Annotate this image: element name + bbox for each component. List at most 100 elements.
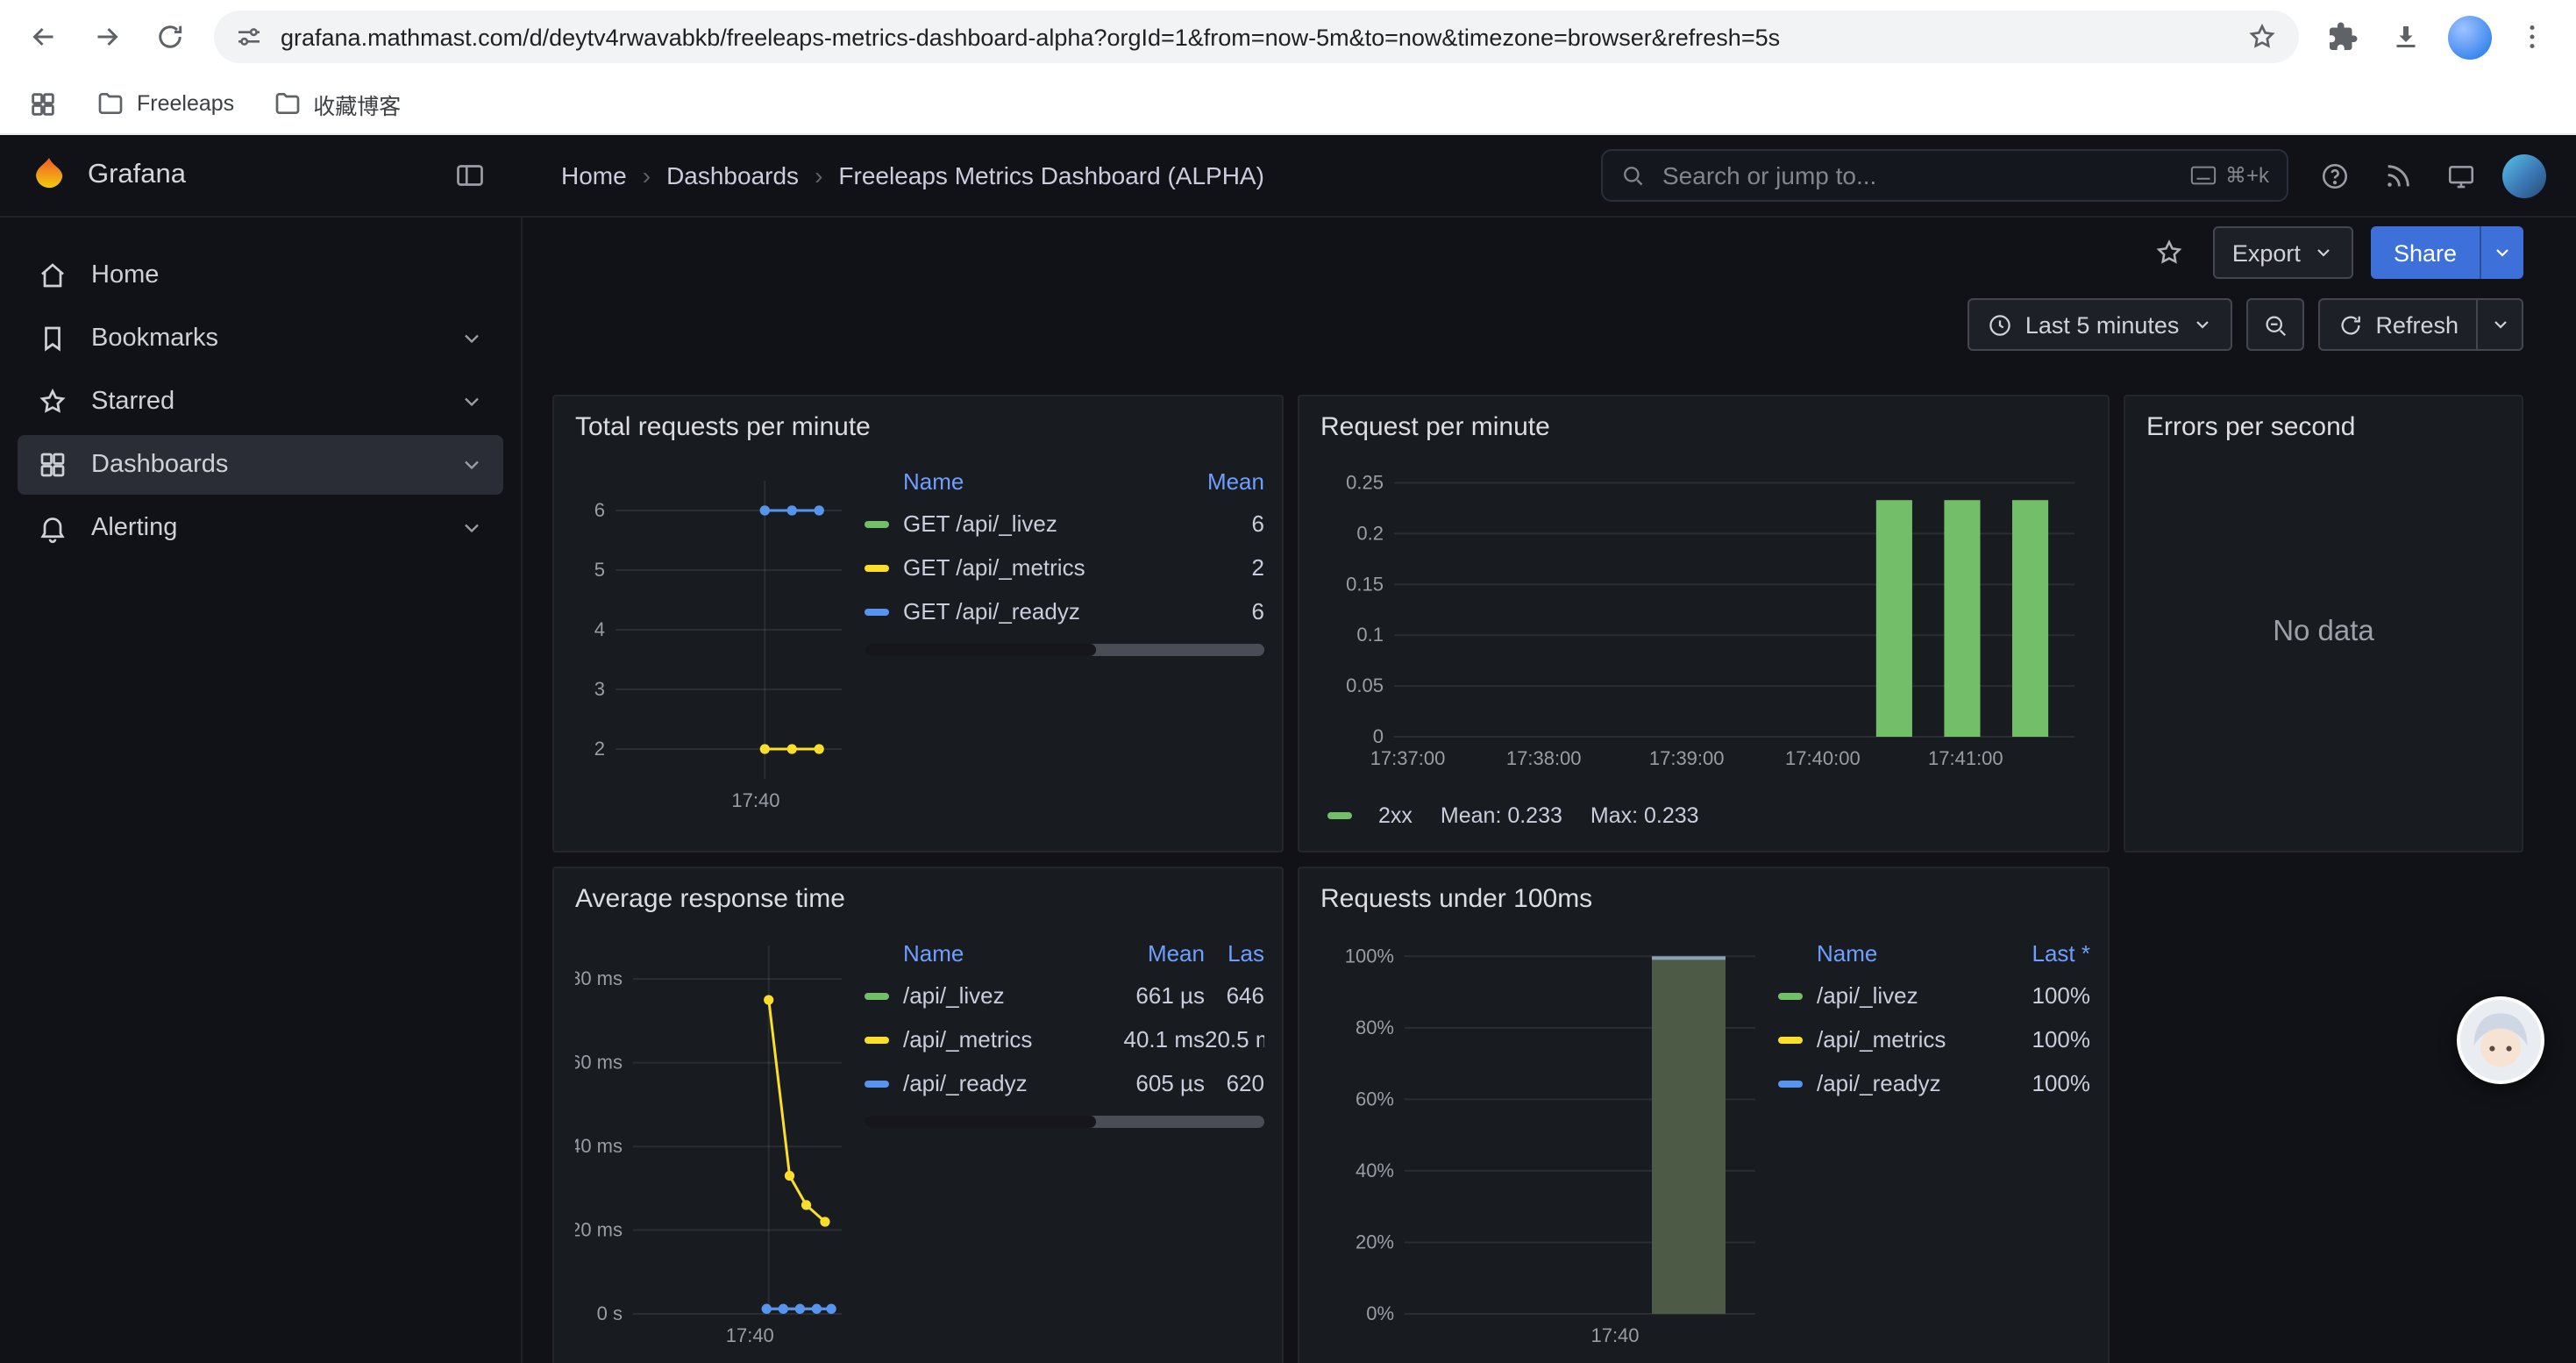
chart-total-requests[interactable]: 6543217:40 [575, 453, 854, 840]
help-button[interactable] [2306, 147, 2362, 203]
legend-col-name[interactable]: Name [1817, 939, 2006, 966]
screen: grafana.mathmast.com/d/deytv4rwavabkb/fr… [0, 0, 2576, 1363]
kiosk-button[interactable] [2432, 147, 2488, 203]
series-name[interactable]: GET /api/_readyz [903, 598, 1187, 624]
extensions-button[interactable] [2313, 7, 2373, 67]
svg-text:4: 4 [594, 618, 605, 640]
legend-col-last[interactable]: Las [1205, 939, 1264, 966]
grafana-header-left: Grafana [0, 147, 523, 203]
legend-row: /api/_metrics 100% [1778, 1017, 2090, 1061]
bookmark-freeleaps[interactable]: Freeleaps [96, 89, 234, 118]
series-last: 100% [2006, 982, 2090, 1009]
panel-requests-under-100ms: Requests under 100ms 100%80%60%40%20%0%1… [1298, 867, 2110, 1363]
legend-series-2xx[interactable]: 2xx [1327, 803, 1413, 828]
panel-title[interactable]: Requests under 100ms [1320, 879, 2087, 921]
legend-scrollbar[interactable] [865, 644, 1264, 656]
panel-title[interactable]: Errors per second [2146, 407, 2501, 449]
chart-requests-under-100ms[interactable]: 100%80%60%40%20%0%17:40 [1320, 924, 1768, 1363]
series-last: 100% [2006, 1070, 2090, 1096]
panel-title[interactable]: Total requests per minute [575, 407, 1261, 449]
chevron-down-icon[interactable] [459, 326, 484, 351]
search-box[interactable]: ⌘+k [1601, 149, 2288, 202]
series-name[interactable]: GET /api/_livez [903, 510, 1187, 537]
brand-text: Grafana [88, 160, 424, 191]
floating-avatar[interactable] [2457, 996, 2544, 1084]
downloads-button[interactable] [2376, 7, 2436, 67]
back-button[interactable] [14, 7, 74, 67]
legend-col-mean[interactable]: Mean [1103, 939, 1205, 966]
series-name[interactable]: /api/_livez [903, 982, 1103, 1009]
chevron-down-icon[interactable] [459, 453, 484, 477]
profile-button[interactable] [2439, 7, 2499, 67]
series-name[interactable]: /api/_livez [1817, 982, 2006, 1009]
series-name[interactable]: /api/_metrics [903, 1026, 1103, 1053]
series-color-dash [865, 520, 889, 527]
apps-grid-icon[interactable] [28, 89, 58, 118]
legend-row: GET /api/_metrics 2 [865, 546, 1264, 589]
legend-table: Name Mean Las /api/_livez 661 µs 646 [865, 931, 1264, 1363]
legend-header: Name Mean Las [865, 931, 1264, 974]
reload-button[interactable] [140, 7, 200, 67]
svg-text:0 s: 0 s [597, 1302, 623, 1324]
scrollbar-thumb[interactable] [865, 644, 1096, 656]
site-info-icon[interactable] [235, 23, 263, 51]
share-button[interactable]: Share [2371, 226, 2480, 279]
panel-title[interactable]: Average response time [575, 879, 1261, 921]
bookmark-star-icon[interactable] [2246, 21, 2278, 53]
series-color-dash [865, 1036, 889, 1043]
rss-icon [2382, 161, 2412, 190]
series-last: 646 [1205, 982, 1264, 1009]
legend-row: GET /api/_livez 6 [865, 502, 1264, 546]
avatar-illustration [2460, 1000, 2541, 1081]
dock-menu-toggle[interactable] [442, 147, 498, 203]
chevron-down-icon[interactable] [459, 516, 484, 540]
bookmark-blog-favorites[interactable]: 收藏博客 [273, 87, 401, 120]
scrollbar-thumb[interactable] [865, 1116, 1096, 1128]
forward-button[interactable] [77, 7, 137, 67]
series-name[interactable]: GET /api/_metrics [903, 554, 1187, 581]
sidebar-item-alerting[interactable]: Alerting [18, 498, 503, 558]
legend-col-last[interactable]: Last * [2006, 939, 2090, 966]
panels-grid: Total requests per minute 6543217:40 Nam… [552, 395, 2523, 1363]
url-text[interactable]: grafana.mathmast.com/d/deytv4rwavabkb/fr… [281, 24, 2229, 50]
series-color-dash [1778, 1080, 1803, 1087]
chart-request-per-minute[interactable]: 0.250.20.150.10.05017:37:0017:38:0017:39… [1320, 453, 2087, 798]
no-data-message: No data [2146, 453, 2501, 812]
panel-title[interactable]: Request per minute [1320, 407, 2087, 449]
browser-menu-button[interactable] [2502, 7, 2562, 67]
export-button[interactable]: Export [2213, 226, 2353, 279]
sidebar-item-dashboards[interactable]: Dashboards [18, 435, 503, 495]
breadcrumb-home[interactable]: Home [561, 161, 627, 189]
chevron-down-icon [2489, 314, 2510, 335]
svg-text:100%: 100% [1345, 945, 1394, 967]
download-icon [2390, 21, 2422, 53]
legend-scrollbar[interactable] [865, 1116, 1264, 1128]
share-menu-button[interactable] [2480, 226, 2523, 279]
search-input[interactable] [1659, 160, 2176, 191]
legend-col-mean[interactable]: Mean [1187, 467, 1264, 494]
legend-col-name[interactable]: Name [903, 939, 1103, 966]
breadcrumb-dashboards[interactable]: Dashboards [666, 161, 799, 189]
puzzle-icon [2327, 21, 2359, 53]
zoom-out-button[interactable] [2245, 298, 2303, 351]
sidebar-item-starred[interactable]: Starred [18, 372, 503, 432]
favorite-dashboard-button[interactable] [2143, 226, 2195, 279]
user-menu-button[interactable] [2495, 147, 2551, 203]
refresh-interval-button[interactable] [2478, 298, 2523, 351]
url-bar[interactable]: grafana.mathmast.com/d/deytv4rwavabkb/fr… [214, 11, 2299, 63]
chevron-down-icon[interactable] [459, 389, 484, 414]
news-button[interactable] [2369, 147, 2425, 203]
time-range-picker[interactable]: Last 5 minutes [1968, 298, 2232, 351]
sidebar-item-home[interactable]: Home [18, 246, 503, 305]
refresh-button[interactable]: Refresh [2317, 298, 2478, 351]
legend-col-name[interactable]: Name [903, 467, 1187, 494]
folder-icon [273, 89, 301, 118]
chart-average-response-time[interactable]: 80 ms60 ms40 ms20 ms0 s17:40 [575, 924, 854, 1363]
series-name[interactable]: /api/_readyz [903, 1070, 1103, 1096]
series-name[interactable]: /api/_readyz [1817, 1070, 2006, 1096]
bookmarks-bar: Freeleaps 收藏博客 [0, 74, 2576, 135]
export-label: Export [2232, 239, 2301, 266]
sidebar-item-bookmarks[interactable]: Bookmarks [18, 309, 503, 368]
series-name[interactable]: /api/_metrics [1817, 1026, 2006, 1053]
grafana-logo[interactable] [28, 154, 70, 196]
